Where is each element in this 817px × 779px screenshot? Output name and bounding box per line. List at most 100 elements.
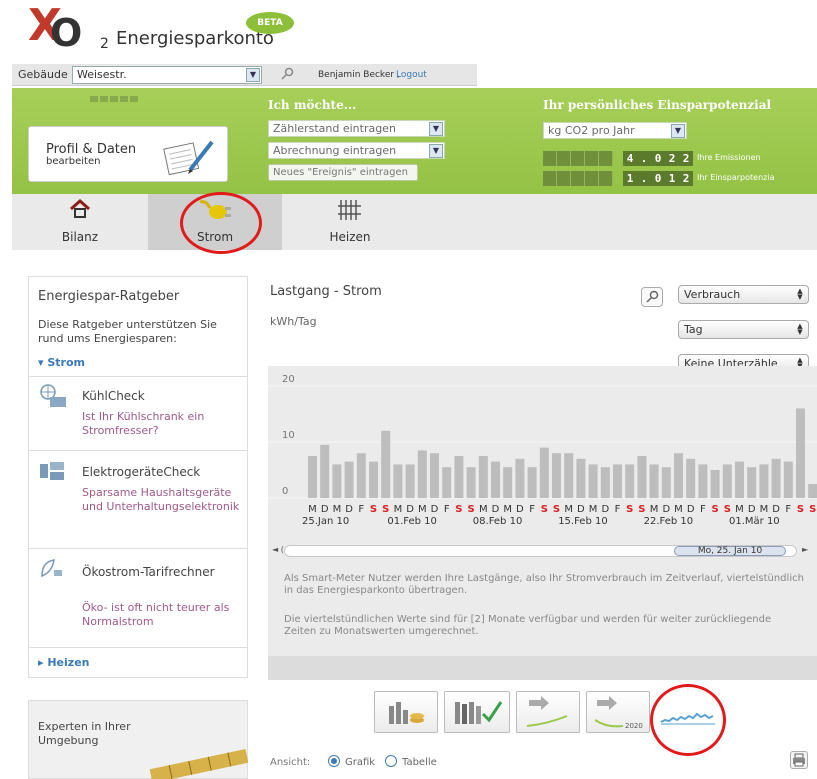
- key-icon[interactable]: [280, 67, 294, 81]
- day-letter-label: M: [479, 504, 488, 515]
- savings-digit: 2: [679, 171, 693, 186]
- view-bars-check-button[interactable]: [444, 691, 510, 733]
- granularity-select[interactable]: Tag ▲ ▼: [678, 320, 809, 339]
- view-trend-button[interactable]: [516, 691, 580, 733]
- smart-meter-info: Als Smart-Meter Nutzer werden Ihre Lastg…: [284, 573, 804, 596]
- date-label: 08.Feb 10: [473, 516, 523, 527]
- bar-chart-check-icon: [455, 701, 503, 724]
- sidebar-item-oekostrom[interactable]: Ökostrom-Tarifrechner: [82, 563, 232, 581]
- view-bars-coins-button[interactable]: [374, 691, 438, 733]
- chevron-down-icon: ▼: [429, 122, 443, 136]
- radio-grafik-label[interactable]: Grafik: [345, 757, 375, 768]
- radio-grafik[interactable]: [328, 755, 340, 767]
- savings-label: Ihr Einsparpotenzia: [697, 173, 775, 182]
- day-letter-label: D: [516, 504, 524, 515]
- bar: [369, 461, 378, 498]
- savings-digit: 1: [623, 171, 637, 186]
- bar: [674, 453, 683, 498]
- bar: [735, 461, 744, 498]
- add-event-button[interactable]: Neues "Ereignis" eintragen: [268, 164, 418, 181]
- sidebar-item-kuehlcheck[interactable]: KühlCheck: [82, 389, 145, 403]
- day-letter-label: S: [809, 504, 816, 515]
- heizen-section-toggle[interactable]: ▸ Heizen: [38, 656, 89, 669]
- chevron-down-icon: ▼: [429, 144, 443, 158]
- chevron-down-icon: ▼: [671, 124, 685, 138]
- chevron-down-icon: ▼: [246, 68, 260, 82]
- divider: [28, 647, 248, 648]
- folding-ruler-icon: [150, 748, 248, 779]
- bar: [637, 456, 647, 498]
- day-letter-label: F: [529, 504, 535, 515]
- bar: [466, 467, 476, 498]
- logo-subscript-two: 2: [100, 36, 109, 52]
- bar: [344, 461, 354, 498]
- tab-bilanz-label: Bilanz: [61, 230, 99, 244]
- bar: [808, 484, 817, 498]
- day-letter-label: S: [638, 504, 645, 515]
- billing-select-label: Abrechnung eintragen: [273, 144, 397, 157]
- day-letter-label: S: [541, 504, 548, 515]
- bar: [588, 464, 598, 498]
- profile-title[interactable]: Profil & Daten: [46, 142, 136, 157]
- logout-link[interactable]: Logout: [396, 70, 427, 80]
- co2-unit-select[interactable]: kg CO2 pro Jahr ▼: [543, 122, 687, 139]
- bar: [356, 453, 366, 498]
- bar: [698, 464, 708, 498]
- bar: [661, 467, 671, 498]
- counter-cell: [543, 151, 557, 166]
- meter-reading-select[interactable]: Zählerstand eintragen ▼: [268, 120, 445, 137]
- view-forecast-button[interactable]: 2020: [586, 691, 650, 733]
- bar: [539, 447, 549, 498]
- timeline-scroll-thumb[interactable]: Mo, 25. Jan 10: [674, 546, 786, 556]
- emissions-digit: 2: [665, 151, 679, 166]
- day-letter-label: D: [431, 504, 439, 515]
- tab-bilanz[interactable]: Bilanz: [12, 194, 148, 250]
- building-select[interactable]: Weisestr. ▼: [72, 66, 262, 84]
- user-name: Benjamin Becker ,: [318, 70, 400, 80]
- day-letter-label: S: [724, 504, 731, 515]
- day-letter-label: S: [553, 504, 560, 515]
- sidebar-item-desc: Öko- ist oft nicht teurer als Normalstro…: [82, 601, 230, 628]
- print-button[interactable]: [790, 751, 808, 769]
- bar: [576, 458, 586, 498]
- radio-tabelle-label[interactable]: Tabelle: [402, 757, 437, 768]
- day-letter-label: M: [394, 504, 403, 515]
- counter-cell: [571, 171, 585, 186]
- bar: [613, 464, 622, 498]
- bar: [771, 458, 781, 498]
- sidebar-item-desc: Sparsame Haushaltsgeräte und Unterhaltun…: [82, 486, 240, 513]
- chart-settings-button[interactable]: [641, 287, 663, 307]
- beta-badge: BETA: [246, 12, 294, 34]
- day-letter-label: D: [492, 504, 500, 515]
- forecast-year: 2020: [625, 722, 643, 730]
- billing-select[interactable]: Abrechnung eintragen ▼: [268, 142, 445, 159]
- y-tick-label: 20: [282, 374, 295, 385]
- day-letter-label: M: [589, 504, 598, 515]
- bar-chart-coins-icon: [389, 702, 424, 724]
- chart-title: Lastgang - Strom: [270, 284, 382, 299]
- scroll-right-icon[interactable]: ►: [802, 545, 808, 554]
- savings-counter: 1 . 0 1 2: [543, 171, 693, 186]
- tab-heizen[interactable]: Heizen: [282, 194, 418, 250]
- radio-tabelle[interactable]: [385, 755, 397, 767]
- day-letter-label: M: [333, 504, 342, 515]
- divider: [28, 548, 248, 549]
- day-letter-label: S: [797, 504, 804, 515]
- chart-unit-label: kWh/Tag: [270, 315, 317, 328]
- bar: [527, 467, 537, 498]
- scroll-left-icon[interactable]: ◄ (: [272, 545, 284, 554]
- savings-digit: .: [637, 171, 651, 186]
- fridge-check-icon: [40, 384, 66, 407]
- building-label: Gebäude: [18, 68, 68, 81]
- sidebar-item-elektrogeraetecheck[interactable]: ElektrogeräteCheck: [82, 465, 200, 479]
- meter-reading-select-label: Zählerstand eintragen: [273, 122, 396, 135]
- strom-section-toggle[interactable]: ▾ Strom: [38, 356, 85, 369]
- bar: [320, 444, 330, 498]
- profile-subtitle[interactable]: bearbeiten: [46, 156, 100, 167]
- measure-select[interactable]: Verbrauch ▲ ▼: [678, 285, 809, 304]
- bar: [649, 464, 659, 498]
- experts-text[interactable]: Experten in Ihrer Umgebung: [38, 720, 148, 748]
- advisor-title: Energiespar-Ratgeber: [38, 289, 180, 304]
- profile-dots: [90, 96, 140, 102]
- sidebar-item-desc: Ist Ihr Kühlschrank ein Stromfresser?: [82, 410, 205, 437]
